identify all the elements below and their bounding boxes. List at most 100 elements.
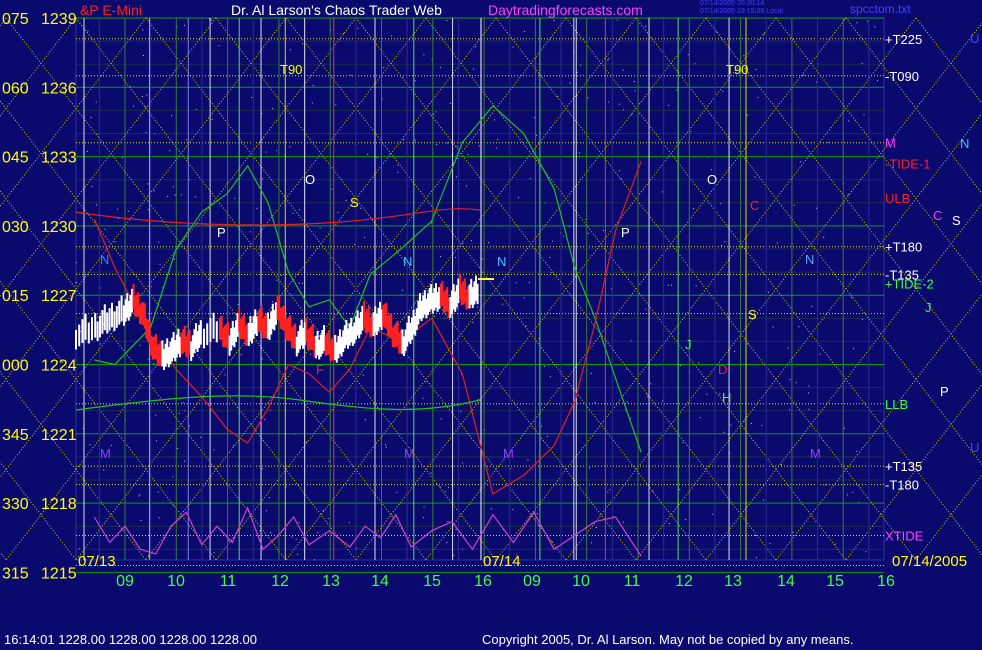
star [439, 66, 441, 68]
date-label: 07/13 [78, 553, 116, 570]
star [360, 207, 362, 209]
x-tick-label: 10 [572, 573, 590, 590]
star [472, 68, 474, 70]
star [104, 228, 106, 230]
star [490, 508, 492, 510]
star [142, 29, 144, 31]
star [434, 315, 436, 317]
star [173, 258, 175, 260]
star [761, 425, 763, 427]
star [301, 43, 303, 45]
star [455, 529, 457, 531]
planet-label: U [970, 440, 979, 455]
star [86, 150, 88, 152]
x-tick-label: 09 [523, 573, 541, 590]
star [792, 531, 794, 533]
planet-label: M [100, 446, 111, 461]
star [667, 284, 669, 286]
star [171, 115, 173, 117]
x-tick-label: 12 [271, 573, 289, 590]
star [478, 145, 480, 147]
star [646, 393, 648, 395]
star [834, 543, 836, 545]
star [436, 144, 438, 146]
star [435, 111, 437, 113]
planet-label: D [718, 362, 727, 377]
star [827, 142, 829, 144]
star [185, 139, 187, 141]
star [440, 418, 442, 420]
star [587, 97, 589, 99]
star [502, 303, 504, 305]
star [679, 365, 681, 367]
star [91, 185, 93, 187]
star [396, 491, 398, 493]
star [212, 38, 214, 40]
star [200, 436, 202, 438]
star [679, 488, 681, 490]
star [376, 157, 378, 159]
star [224, 374, 226, 376]
star [328, 460, 330, 462]
star [138, 495, 140, 497]
x-tick-label: 12 [675, 573, 693, 590]
planet-label: T90 [280, 62, 302, 77]
star [127, 210, 129, 212]
star [298, 522, 300, 524]
star [472, 321, 474, 323]
star [536, 513, 538, 515]
star [383, 67, 385, 69]
right-label: -T180 [885, 478, 919, 493]
y-tick-angle: 000 [2, 358, 29, 375]
star [158, 517, 160, 519]
star [240, 354, 242, 356]
star [90, 117, 92, 119]
star [685, 519, 687, 521]
star [618, 170, 620, 172]
planet-label: U [970, 31, 979, 46]
star [756, 557, 758, 559]
planet-label: M [810, 446, 821, 461]
star [594, 402, 596, 404]
star [608, 58, 610, 60]
star [712, 513, 714, 515]
star [462, 242, 464, 244]
y-tick-angle: 060 [2, 80, 29, 97]
y-tick-angle: 075 [2, 11, 29, 28]
planet-label: N [805, 252, 814, 267]
star [357, 27, 359, 29]
star [481, 258, 483, 260]
star [536, 134, 538, 136]
y-tick-angle: 015 [2, 288, 29, 305]
x-tick-label: 11 [220, 573, 237, 590]
planet-label: C [933, 208, 942, 223]
star [843, 18, 845, 20]
star [139, 494, 141, 496]
star [364, 419, 366, 421]
star [211, 118, 213, 120]
planet-label: S [350, 195, 359, 210]
star [423, 54, 425, 56]
star [76, 262, 78, 264]
star [87, 30, 89, 32]
right-label: ULB [885, 191, 910, 206]
star [699, 417, 701, 419]
star [576, 71, 578, 73]
star [194, 196, 196, 198]
star [397, 171, 399, 173]
star [213, 552, 215, 554]
star [874, 26, 876, 28]
y-tick-price: 1227 [41, 288, 77, 305]
star [95, 101, 97, 103]
star [270, 532, 272, 534]
star [546, 435, 548, 437]
right-label: +T180 [885, 240, 922, 255]
planet-label: F [316, 362, 324, 377]
star [114, 241, 116, 243]
star [466, 185, 468, 187]
star [385, 446, 387, 448]
star [525, 325, 527, 327]
star [462, 462, 464, 464]
chart-title: Dr. Al Larson's Chaos Trader Web [231, 2, 442, 18]
star [589, 467, 591, 469]
